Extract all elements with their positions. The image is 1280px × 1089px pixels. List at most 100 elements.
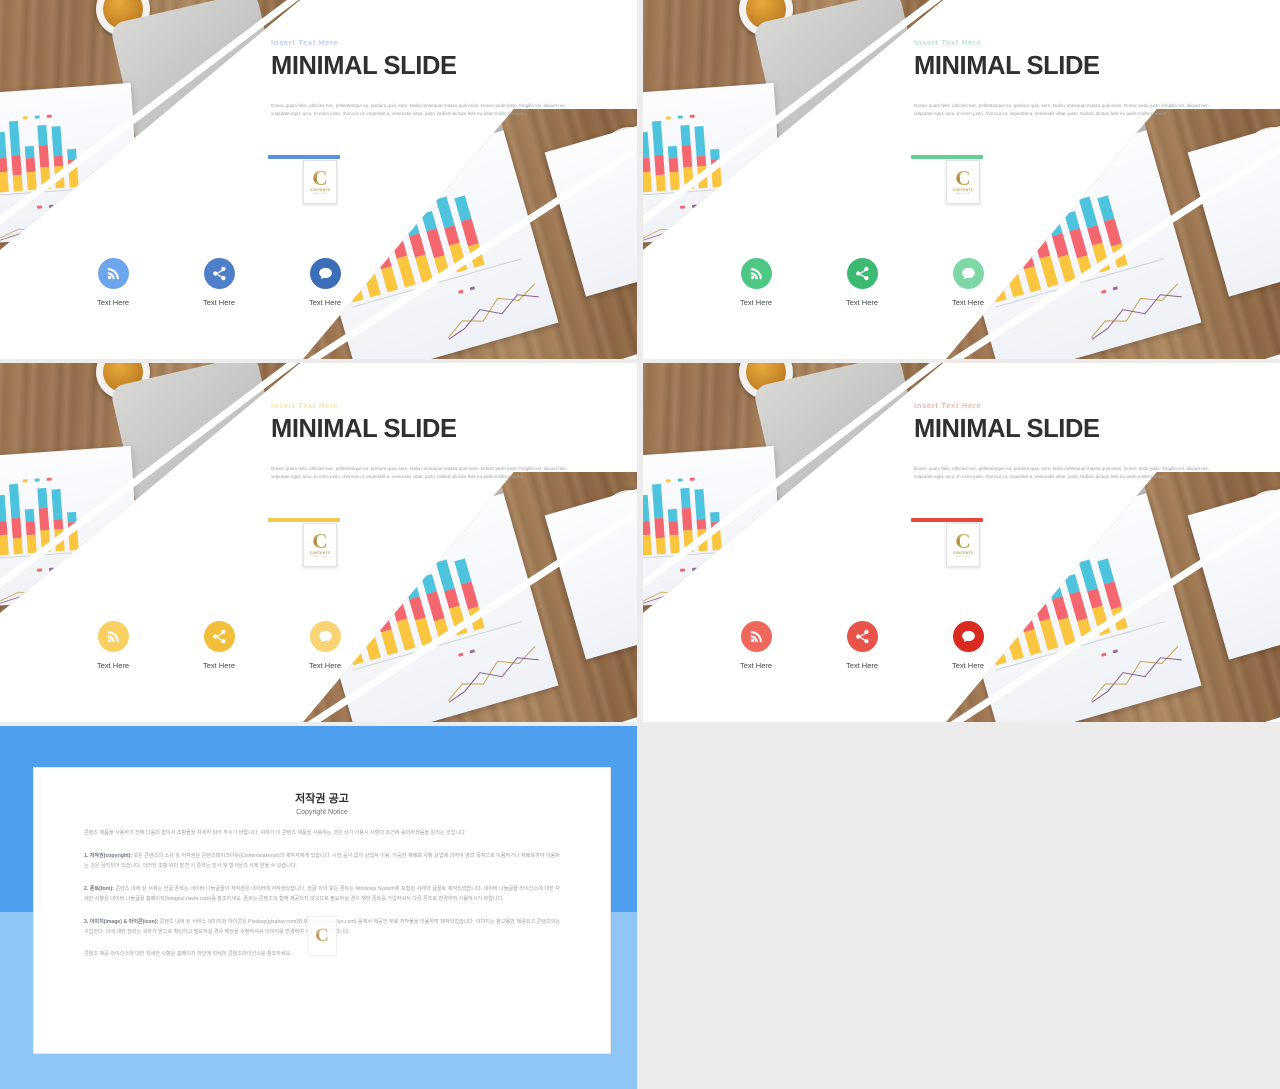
laptop-device [109,363,285,513]
rss-icon[interactable] [97,621,129,652]
logo-name: CONTENTS [952,551,974,556]
icon-item[interactable]: Text Here [188,258,250,307]
logo-name: CONTENTS [309,551,331,556]
laptop-device [752,0,928,150]
logo-card: C CONTENTS MALL ONE [946,160,980,204]
logo-subtitle: MALL ONE [956,193,970,196]
slide-body-text: Donec quam felis, ultricies nec, pellent… [271,102,567,116]
social-icon-row: Text Here Text Here Text Here [82,258,356,307]
copyright-title-korean: 저작권 공고 [295,793,349,805]
icon-item[interactable]: Text Here [937,621,999,670]
slide-headline: MINIMAL SLIDE [271,52,457,80]
mini-line-chart [0,575,126,604]
logo-block: C CONTENTS MALL ONE [268,155,340,204]
icon-label: Text Here [96,298,130,307]
icon-item[interactable]: Text Here [725,258,787,307]
slide-yellow-thumbnail[interactable]: Insert Text Here MINIMAL SLIDE Donec qua… [0,363,637,722]
rss-icon[interactable] [97,258,129,289]
laptop-device [752,363,928,513]
icon-item[interactable]: Text Here [831,621,893,670]
chart-bar [667,145,680,191]
logo-block: C CONTENTS MALL ONE [268,518,340,567]
slide-kicker: Insert Text Here [271,38,339,47]
desk-photo-top-left [643,363,943,613]
icon-item[interactable]: Text Here [937,258,999,307]
slide-kicker: Insert Text Here [914,401,982,410]
copyright-panel: 저작권 공고 Copyright Notice 콘텐츠 제품을 사용하기 전에 … [0,726,637,1089]
social-icon-row: Text Here Text Here Text Here [725,621,999,670]
chart-bar [710,148,722,188]
icon-item[interactable]: Text Here [831,258,893,307]
icon-item[interactable]: Text Here [188,621,250,670]
slide-headline: MINIMAL SLIDE [914,52,1100,80]
chart-bar [67,511,79,551]
slide-blue-thumbnail[interactable]: Insert Text Here MINIMAL SLIDE Donec qua… [0,0,637,359]
rss-icon[interactable] [740,258,772,289]
icon-item[interactable]: Text Here [294,621,356,670]
clause-lead: 2. 폰트(font): [84,885,114,892]
report-paper-chart [0,82,142,244]
accent-bar [911,518,983,522]
logo-subtitle: MALL ONE [313,193,327,196]
chart-bar [680,124,694,190]
desk-photo-bottom-right [946,472,1280,722]
logo-card: C CONTENTS MALL ONE [946,523,980,567]
share-icon[interactable] [203,621,235,652]
copyright-clause: 1. 저작권(copyright): 모든 콘텐츠의 소유 및 저작권은 콘텐츠… [84,852,560,872]
copyright-intro: 콘텐츠 제품을 사용하기 전에 다음의 합의서 조항들을 자세히 읽어 주시기 … [84,830,467,836]
logo-letter: C [955,528,971,553]
chart-bar [694,488,708,552]
logo-letter: C [312,165,328,190]
chat-icon[interactable] [309,258,341,289]
icon-label: Text Here [308,298,342,307]
icon-item[interactable]: Text Here [82,621,144,670]
chart-bar [680,487,694,553]
chat-icon[interactable] [952,621,984,652]
share-icon[interactable] [846,258,878,289]
slide-body-text: Donec quam felis, ultricies nec, pellent… [914,102,1210,116]
slide-text-column: Insert Text Here MINIMAL SLIDE Donec qua… [271,401,581,481]
icon-label: Text Here [202,298,236,307]
icon-label: Text Here [739,298,773,307]
chart-bar [0,131,9,193]
slide-green-thumbnail[interactable]: Insert Text Here MINIMAL SLIDE Donec qua… [643,0,1280,359]
logo-watermark: C [307,916,337,956]
chart-bar [0,494,9,556]
clause-lead: 3. 이미지(image) & 아이콘(icon): [84,918,159,925]
chart-bar [643,494,652,556]
desk-photo-top-left [0,0,300,250]
chat-icon[interactable] [952,258,984,289]
slide-headline: MINIMAL SLIDE [914,415,1100,443]
clause-lead: 1. 저작권(copyright): [84,852,133,859]
social-icon-row: Text Here Text Here Text Here [82,621,356,670]
icon-item[interactable]: Text Here [725,621,787,670]
slide-red-thumbnail[interactable]: Insert Text Here MINIMAL SLIDE Donec qua… [643,363,1280,722]
chart-bar [67,148,79,188]
chat-icon[interactable] [309,621,341,652]
desk-photo-top-left [0,363,300,613]
chart-bar [24,508,37,554]
report-paper-chart [643,445,785,607]
icon-item[interactable]: Text Here [82,258,144,307]
share-icon[interactable] [203,258,235,289]
desk-photo-bottom-right [303,109,637,359]
chart-bar [24,145,37,191]
share-icon[interactable] [846,621,878,652]
slide-text-column: Insert Text Here MINIMAL SLIDE Donec qua… [271,38,581,118]
icon-label: Text Here [951,661,985,670]
report-paper-chart [643,82,785,244]
mini-line-chart [643,575,769,604]
report-paper-chart [0,445,142,607]
desk-photo-bottom-right [303,472,637,722]
rss-icon[interactable] [740,621,772,652]
slide-text-column: Insert Text Here MINIMAL SLIDE Donec qua… [914,38,1224,118]
icon-label: Text Here [202,661,236,670]
desk-photo-bottom-right [946,109,1280,359]
chart-bar [51,488,65,552]
accent-bar [268,155,340,159]
mini-line-chart [643,212,769,241]
chart-bar [37,487,51,553]
accent-bar [911,155,983,159]
slide-body-text: Donec quam felis, ultricies nec, pellent… [914,465,1210,479]
icon-item[interactable]: Text Here [294,258,356,307]
